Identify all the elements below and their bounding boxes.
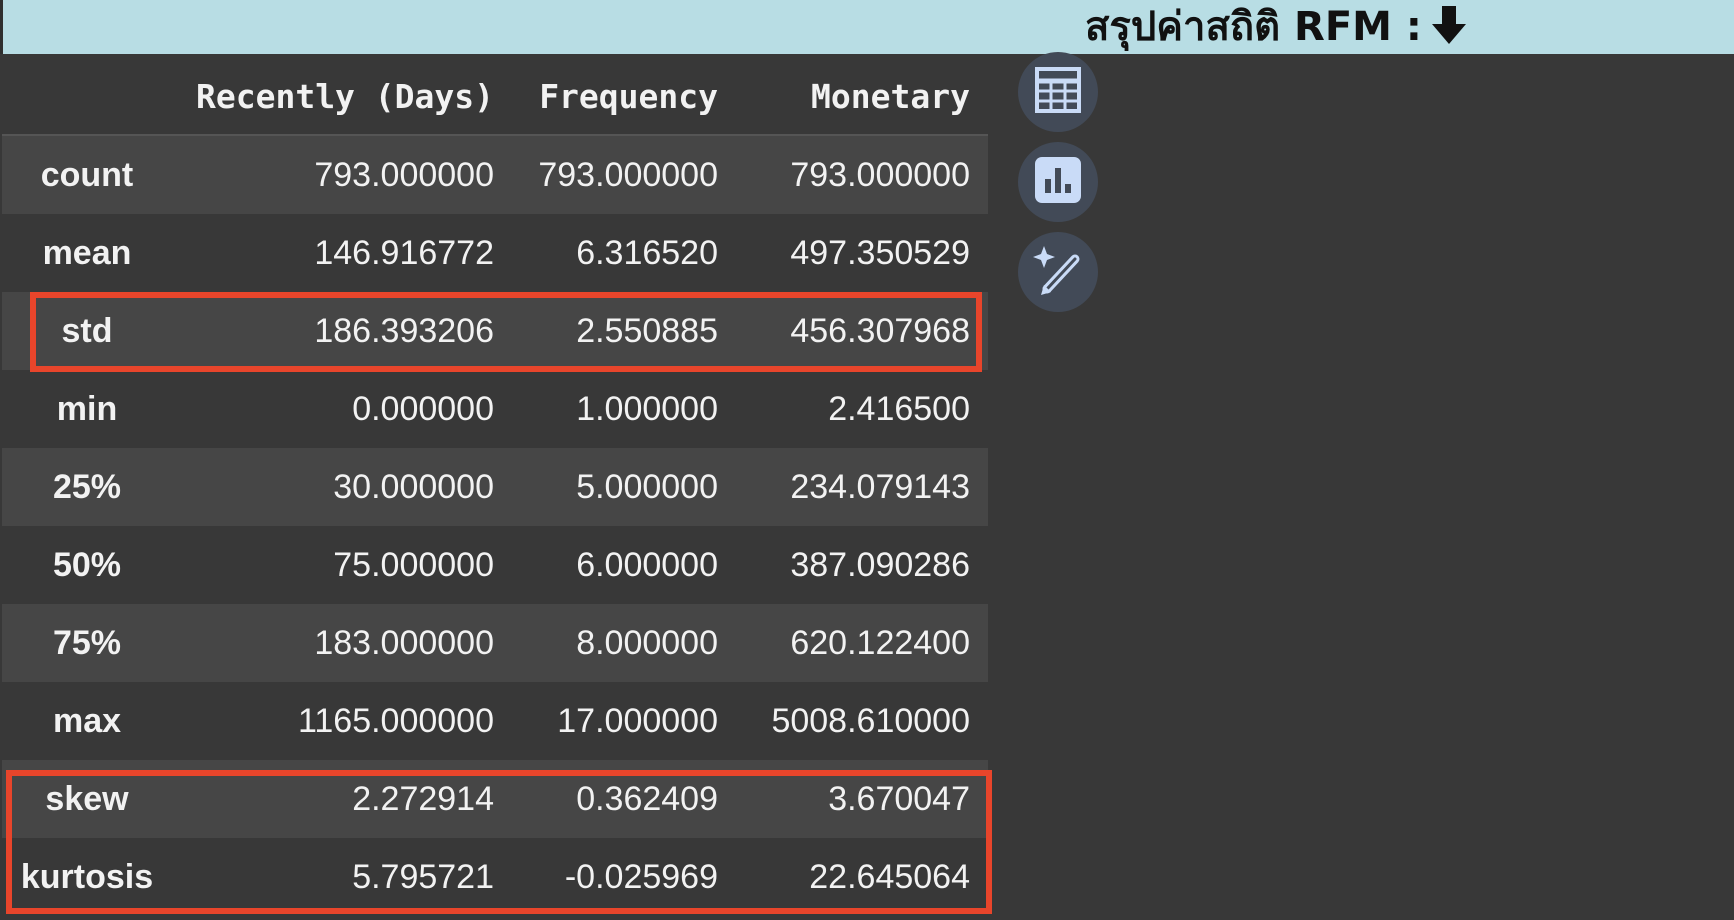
table-row: mean 146.916772 6.316520 497.350529: [2, 214, 988, 292]
table-row: count 793.000000 793.000000 793.000000: [2, 135, 988, 214]
generate-code-button[interactable]: [1018, 232, 1098, 312]
cell-recently: 186.393206: [314, 311, 494, 350]
magic-pen-icon: [1031, 243, 1085, 302]
table-row: 75% 183.000000 8.000000 620.122400: [2, 604, 988, 682]
table-row: std 186.393206 2.550885 456.307968: [2, 292, 988, 370]
column-header-recently: Recently (Days): [172, 58, 512, 136]
row-index-label: 50%: [52, 545, 122, 584]
cell-frequency: 6.316520: [576, 233, 718, 272]
row-index-label: std: [61, 311, 113, 350]
cell-frequency: 17.000000: [557, 701, 718, 740]
cell-monetary: 22.645064: [809, 857, 970, 896]
cell-monetary: 234.079143: [790, 467, 970, 506]
convert-table-button[interactable]: [1018, 52, 1098, 132]
cell-frequency: -0.025969: [564, 857, 718, 896]
cell-recently: 793.000000: [314, 155, 494, 194]
down-arrow-icon: [1431, 6, 1466, 56]
cell-monetary: 620.122400: [790, 623, 970, 662]
row-index-label: skew: [45, 779, 129, 818]
table-header-row: Recently (Days) Frequency Monetary: [2, 58, 988, 136]
row-index-label: 25%: [52, 467, 122, 506]
dataframe-table: Recently (Days) Frequency Monetary count…: [2, 58, 988, 916]
cell-monetary: 497.350529: [790, 233, 970, 272]
cell-monetary: 793.000000: [790, 155, 970, 194]
table-icon: [1034, 66, 1082, 119]
column-header-index: [2, 58, 172, 136]
row-index-label: kurtosis: [20, 857, 154, 896]
title-banner: สรุปค่าสถิติ RFM :: [0, 0, 1734, 54]
cell-monetary: 456.307968: [790, 311, 970, 350]
cell-frequency: 8.000000: [576, 623, 718, 662]
table-row: max 1165.000000 17.000000 5008.610000: [2, 682, 988, 760]
cell-recently: 5.795721: [352, 857, 494, 896]
cell-frequency: 1.000000: [576, 389, 718, 428]
cell-monetary: 5008.610000: [771, 701, 970, 740]
cell-frequency: 5.000000: [576, 467, 718, 506]
cell-recently: 2.272914: [352, 779, 494, 818]
row-index-label: max: [52, 701, 122, 740]
cell-recently: 30.000000: [333, 467, 494, 506]
row-index-label: mean: [42, 233, 132, 272]
row-index-label: min: [56, 389, 118, 428]
cell-frequency: 2.550885: [576, 311, 718, 350]
cell-frequency: 0.362409: [576, 779, 718, 818]
cell-monetary: 387.090286: [790, 545, 970, 584]
row-index-label: count: [40, 155, 134, 194]
cell-recently: 0.000000: [352, 389, 494, 428]
cell-frequency: 6.000000: [576, 545, 718, 584]
banner-title-text: สรุปค่าสถิติ RFM :: [1085, 4, 1422, 50]
suggest-charts-button[interactable]: [1018, 142, 1098, 222]
table-row: kurtosis 5.795721 -0.025969 22.645064: [2, 838, 988, 916]
cell-monetary: 3.670047: [828, 779, 970, 818]
column-header-frequency: Frequency: [512, 58, 736, 136]
row-index-label: 75%: [52, 623, 122, 662]
table-row: skew 2.272914 0.362409 3.670047: [2, 760, 988, 838]
cell-recently: 1165.000000: [297, 701, 494, 740]
cell-recently: 75.000000: [333, 545, 494, 584]
cell-recently: 183.000000: [314, 623, 494, 662]
table-row: min 0.000000 1.000000 2.416500: [2, 370, 988, 448]
cell-frequency: 793.000000: [538, 155, 718, 194]
bar-chart-icon: [1035, 156, 1081, 208]
cell-recently: 146.916772: [314, 233, 494, 272]
table-row: 50% 75.000000 6.000000 387.090286: [2, 526, 988, 604]
table-row: 25% 30.000000 5.000000 234.079143: [2, 448, 988, 526]
banner-title: สรุปค่าสถิติ RFM :: [1085, 2, 1466, 52]
column-header-monetary: Monetary: [736, 58, 988, 136]
cell-monetary: 2.416500: [828, 389, 970, 428]
